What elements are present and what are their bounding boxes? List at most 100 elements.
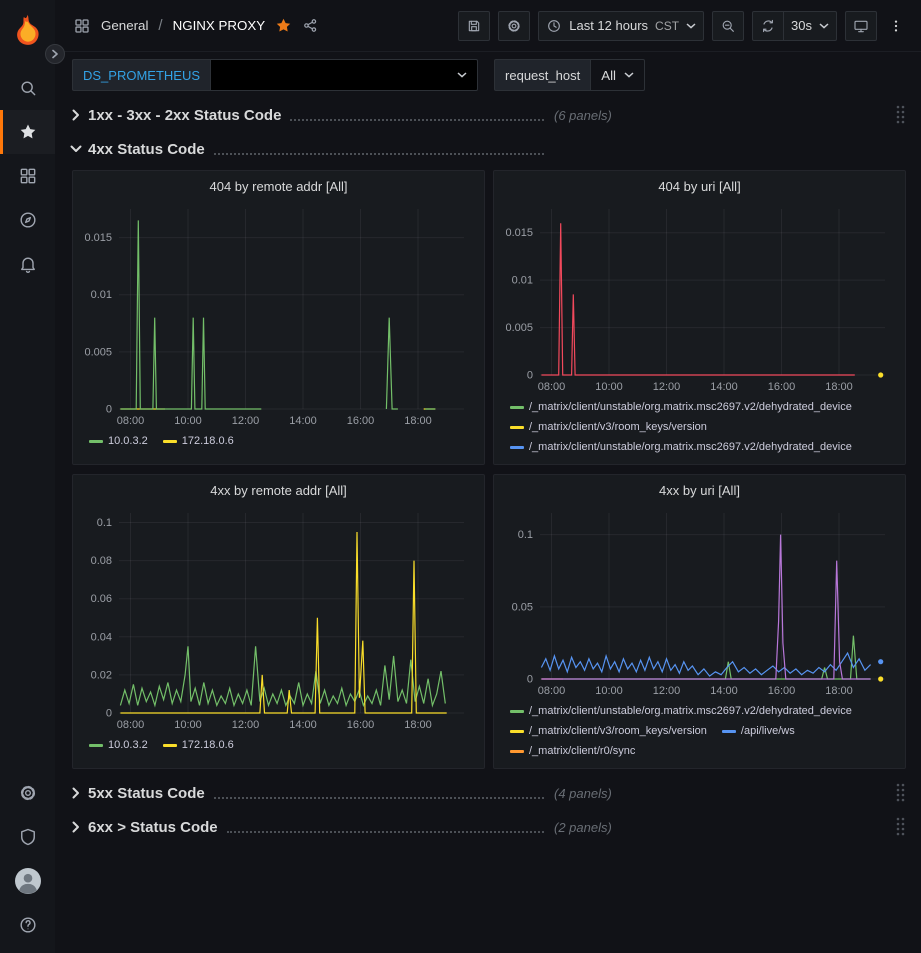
- legend-item[interactable]: /_matrix/client/r0/sync: [510, 741, 635, 761]
- top-header: General / NGINX PROXY La: [55, 0, 921, 52]
- time-series-chart[interactable]: 08:0010:0012:0014:0016:0018:0000.0050.01…: [502, 201, 897, 395]
- svg-text:08:00: 08:00: [538, 381, 566, 393]
- chevron-down-icon: [686, 23, 696, 29]
- legend-swatch-icon: [89, 744, 103, 747]
- legend-item[interactable]: /_matrix/client/v3/room_keys/version: [510, 721, 707, 741]
- row-panel-count: (6 panels): [554, 108, 612, 123]
- sidebar-expand-button[interactable]: [45, 44, 65, 64]
- avatar: [15, 868, 41, 894]
- panel-title[interactable]: 404 by uri [All]: [502, 171, 897, 201]
- panel-title[interactable]: 404 by remote addr [All]: [81, 171, 476, 201]
- legend-swatch-icon: [163, 744, 177, 747]
- gear-icon: [506, 18, 522, 34]
- refresh-interval-dropdown[interactable]: 30s: [784, 11, 837, 41]
- save-dashboard-button[interactable]: [458, 11, 490, 41]
- svg-text:12:00: 12:00: [653, 381, 681, 393]
- svg-text:0.01: 0.01: [91, 289, 112, 301]
- datasource-select[interactable]: [210, 59, 478, 91]
- timezone-label: CST: [655, 19, 679, 33]
- panel-title[interactable]: 4xx by remote addr [All]: [81, 475, 476, 505]
- legend-label: /sw.js: [741, 457, 768, 458]
- svg-text:10:00: 10:00: [174, 415, 202, 427]
- row-toggle-4xx[interactable]: 4xx Status Code: [72, 141, 205, 158]
- sidebar-item-starred[interactable]: [0, 110, 55, 154]
- row-toggle-6xx[interactable]: 6xx > Status Code: [72, 819, 218, 836]
- grafana-logo[interactable]: [9, 12, 47, 50]
- breadcrumb-section[interactable]: General: [101, 18, 148, 33]
- time-series-chart[interactable]: 08:0010:0012:0014:0016:0018:0000.020.040…: [81, 505, 476, 733]
- chevron-down-icon: [457, 72, 467, 78]
- sidebar-item-profile[interactable]: [0, 859, 55, 903]
- row-toggle-1xx-3xx-2xx[interactable]: 1xx - 3xx - 2xx Status Code: [72, 107, 281, 124]
- share-button[interactable]: [302, 17, 319, 34]
- legend-label: /_matrix/client/v3/room_keys/version: [529, 457, 707, 458]
- legend-swatch-icon: [510, 426, 524, 429]
- svg-text:14:00: 14:00: [710, 685, 738, 697]
- dash-row-5xx: 5xx Status Code (4 panels): [72, 780, 906, 806]
- svg-text:14:00: 14:00: [289, 719, 317, 731]
- row-panel-count: (4 panels): [554, 786, 612, 801]
- legend-item[interactable]: /_matrix/client/v3/room_keys/version: [510, 417, 707, 437]
- row-drag-handle[interactable]: [895, 816, 906, 837]
- svg-text:18:00: 18:00: [825, 685, 853, 697]
- zoom-out-icon: [720, 18, 736, 34]
- row-title: 6xx > Status Code: [88, 819, 218, 836]
- legend-item[interactable]: /_matrix/client/v3/room_keys/version: [510, 457, 707, 458]
- cycle-view-button[interactable]: [845, 11, 877, 41]
- svg-text:12:00: 12:00: [232, 719, 260, 731]
- svg-text:12:00: 12:00: [232, 415, 260, 427]
- svg-text:0.05: 0.05: [512, 601, 533, 613]
- dashboard-settings-button[interactable]: [498, 11, 530, 41]
- gear-icon: [18, 783, 38, 803]
- legend-item[interactable]: 172.18.0.6: [163, 431, 234, 451]
- time-range-picker[interactable]: Last 12 hours CST: [538, 11, 704, 41]
- refresh-button[interactable]: [752, 11, 784, 41]
- dash-row-4xx: 4xx Status Code: [72, 136, 906, 162]
- legend-item[interactable]: 10.0.3.2: [89, 735, 148, 755]
- kebab-menu-button[interactable]: [885, 11, 907, 41]
- svg-text:18:00: 18:00: [825, 381, 853, 393]
- svg-text:0.005: 0.005: [84, 346, 112, 358]
- chevron-right-icon: [72, 109, 80, 121]
- legend-item[interactable]: /_matrix/client/unstable/org.matrix.msc2…: [510, 761, 852, 762]
- legend-item[interactable]: /sw.js: [722, 457, 768, 458]
- sidebar-item-server-admin[interactable]: [0, 815, 55, 859]
- variable-request-host: request_host All: [494, 59, 645, 91]
- svg-text:0.015: 0.015: [84, 232, 112, 244]
- legend-swatch-icon: [510, 406, 524, 409]
- request-host-select[interactable]: All: [590, 59, 645, 91]
- breadcrumb-separator: /: [158, 17, 162, 34]
- sidebar-item-explore[interactable]: [0, 198, 55, 242]
- panel-legend: 10.0.3.2 172.18.0.6: [81, 735, 476, 755]
- sidebar-item-alerting[interactable]: [0, 242, 55, 286]
- sidebar-item-search[interactable]: [0, 66, 55, 110]
- legend-item[interactable]: /_matrix/client/unstable/org.matrix.msc2…: [510, 397, 852, 417]
- legend-label: 172.18.0.6: [182, 431, 234, 451]
- sidebar: [0, 0, 55, 953]
- legend-item[interactable]: /_matrix/client/unstable/org.matrix.msc2…: [510, 701, 852, 721]
- legend-item[interactable]: /api/live/ws: [722, 721, 795, 741]
- legend-item[interactable]: 10.0.3.2: [89, 431, 148, 451]
- time-series-chart[interactable]: 08:0010:0012:0014:0016:0018:0000.050.1: [502, 505, 897, 699]
- zoom-out-button[interactable]: [712, 11, 744, 41]
- favorite-star-button[interactable]: [275, 17, 292, 34]
- datasource-variable-label[interactable]: DS_PROMETHEUS: [72, 59, 210, 91]
- row-drag-handle[interactable]: [895, 782, 906, 803]
- svg-text:0.1: 0.1: [518, 529, 533, 541]
- sidebar-item-configuration[interactable]: [0, 771, 55, 815]
- svg-text:16:00: 16:00: [768, 685, 796, 697]
- sidebar-item-dashboards[interactable]: [0, 154, 55, 198]
- chevron-right-icon: [72, 787, 80, 799]
- legend-label: 10.0.3.2: [108, 735, 148, 755]
- panel-title[interactable]: 4xx by uri [All]: [502, 475, 897, 505]
- sidebar-item-help[interactable]: [0, 903, 55, 947]
- row-drag-handle[interactable]: [895, 104, 906, 125]
- row-toggle-5xx[interactable]: 5xx Status Code: [72, 785, 205, 802]
- legend-item[interactable]: 172.18.0.6: [163, 735, 234, 755]
- legend-label: /api/live/ws: [741, 721, 795, 741]
- legend-item[interactable]: /_matrix/client/unstable/org.matrix.msc2…: [510, 437, 852, 457]
- request-host-variable-label[interactable]: request_host: [494, 59, 590, 91]
- breadcrumb-title[interactable]: NGINX PROXY: [173, 18, 266, 33]
- time-series-chart[interactable]: 08:0010:0012:0014:0016:0018:0000.0050.01…: [81, 201, 476, 429]
- clock-icon: [546, 18, 562, 34]
